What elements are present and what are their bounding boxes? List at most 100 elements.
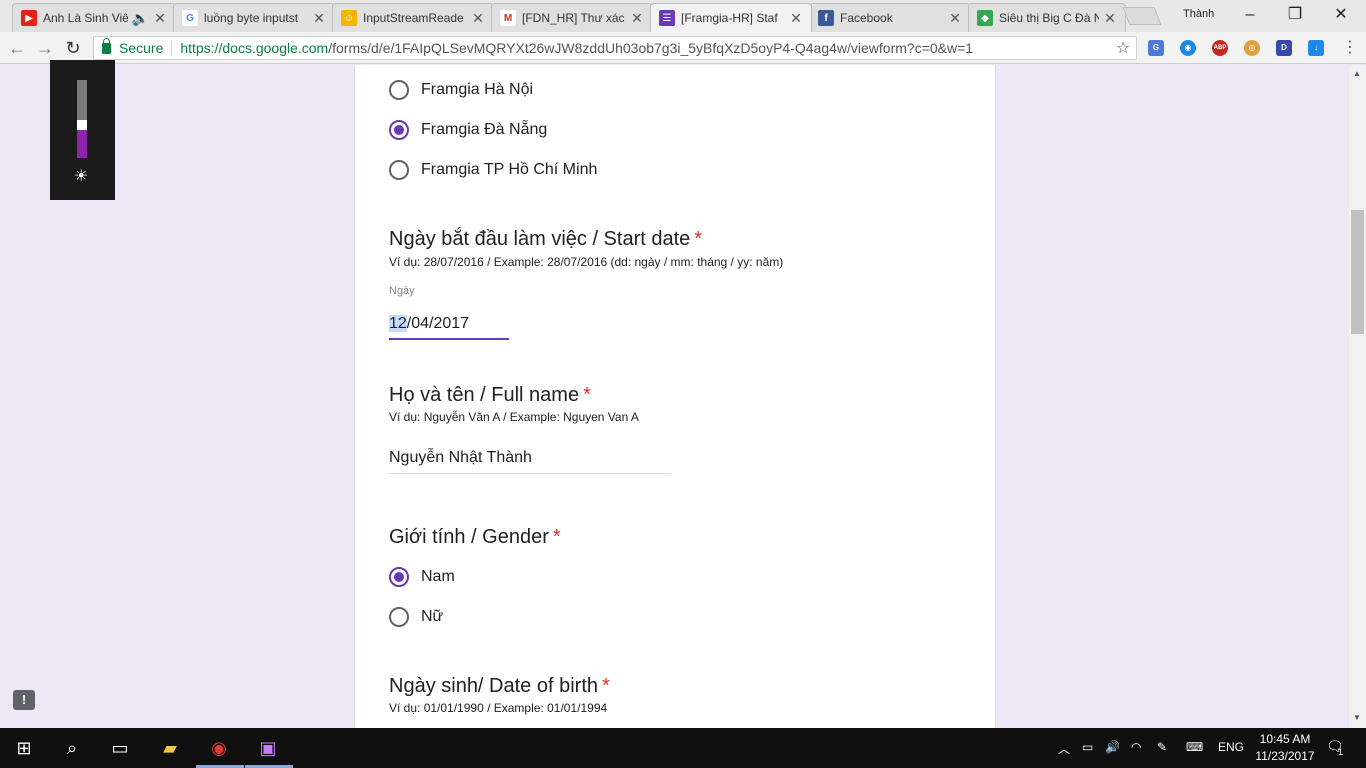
- tab-title: [FDN_HR] Thư xác: [522, 11, 625, 25]
- browser-tab[interactable]: f Facebook ✕: [809, 3, 971, 32]
- radio-gender-nam[interactable]: [389, 567, 409, 587]
- clock-time: 10:45 AM: [1259, 732, 1311, 746]
- required-asterisk: *: [552, 526, 561, 548]
- reload-icon[interactable]: ↻: [62, 37, 84, 59]
- adblock-plus-icon[interactable]: ABP: [1212, 40, 1228, 56]
- language-indicator[interactable]: ENG: [1218, 740, 1244, 754]
- radio-framgia-da-nang[interactable]: [389, 120, 409, 140]
- save-extension-icon[interactable]: ↓: [1308, 40, 1324, 56]
- profile-name[interactable]: Thành: [1183, 8, 1214, 20]
- close-tab-icon[interactable]: ✕: [1103, 10, 1117, 27]
- required-asterisk: *: [602, 675, 610, 697]
- task-view-icon[interactable]: ▭: [108, 736, 132, 760]
- lock-icon[interactable]: [102, 37, 111, 54]
- taskbar-clock[interactable]: 10:45 AM 11/23/2017: [1250, 731, 1320, 765]
- close-tab-icon[interactable]: ✕: [153, 10, 167, 27]
- bookmark-star-icon[interactable]: ☆: [1110, 38, 1136, 58]
- browser-tab[interactable]: ◆ Siêu thị Big C Đà N ✕: [968, 3, 1126, 32]
- brightness-overlay: ☀: [50, 60, 115, 200]
- question-title-date-of-birth: Ngày sinh/ Date of birth *: [389, 675, 610, 698]
- globe-extension-icon[interactable]: ◉: [1180, 40, 1196, 56]
- browser-tab[interactable]: G luồng byte inputst ✕: [173, 3, 335, 32]
- question-title-gender: Giới tính / Gender *: [389, 526, 561, 549]
- gmail-icon: M: [500, 10, 516, 26]
- close-tab-icon[interactable]: ✕: [312, 10, 326, 27]
- browser-tab-active[interactable]: ☰ [Framgia-HR] Staf ✕: [650, 3, 812, 32]
- speaker-icon[interactable]: 🔈: [132, 10, 149, 27]
- google-icon: G: [182, 10, 198, 26]
- youtube-icon: ▶: [21, 10, 37, 26]
- full-name-input[interactable]: Nguyễn Nhật Thành: [389, 449, 671, 474]
- divider: [171, 40, 173, 56]
- restore-icon[interactable]: ❐: [1275, 4, 1315, 26]
- required-asterisk: *: [694, 228, 703, 250]
- radio-label[interactable]: Nữ: [421, 608, 443, 626]
- radio-gender-nu[interactable]: [389, 607, 409, 627]
- question-description: Ví dụ: Nguyễn Văn A / Example: Nguyen Va…: [389, 410, 639, 424]
- date-rest-segment[interactable]: /04/2017: [407, 315, 469, 332]
- browser-tab[interactable]: ▶ Anh Là Sinh Viê 🔈 ✕: [12, 3, 176, 32]
- radio-label[interactable]: Framgia Đà Nẵng: [421, 121, 547, 139]
- minimize-icon[interactable]: –: [1230, 4, 1270, 26]
- browser-tab[interactable]: ☺ InputStreamReade ✕: [332, 3, 494, 32]
- form-card: Framgia Hà Nội Framgia Đà Nẵng Framgia T…: [354, 65, 996, 728]
- url-text[interactable]: https://docs.google.com/forms/d/e/1FAIpQ…: [180, 40, 1110, 56]
- pen-icon[interactable]: ✎: [1157, 740, 1167, 754]
- google-forms-icon: ☰: [659, 10, 675, 26]
- browser-tab-strip: ▶ Anh Là Sinh Viê 🔈 ✕ G luồng byte input…: [0, 0, 1366, 32]
- secure-label[interactable]: Secure: [119, 40, 163, 56]
- radio-label[interactable]: Framgia TP Hồ Chí Minh: [421, 161, 597, 179]
- date-day-segment[interactable]: 12: [389, 315, 407, 332]
- volume-icon[interactable]: 🔊: [1105, 740, 1120, 754]
- close-tab-icon[interactable]: ✕: [471, 10, 485, 27]
- radio-label[interactable]: Framgia Hà Nội: [421, 81, 533, 99]
- maps-icon: ◆: [977, 10, 993, 26]
- tab-title: Anh Là Sinh Viê: [43, 11, 128, 25]
- search-icon[interactable]: ⌕: [60, 736, 84, 760]
- battery-icon[interactable]: ▭: [1082, 740, 1093, 754]
- brightness-thumb[interactable]: [77, 120, 87, 130]
- close-tab-icon[interactable]: ✕: [789, 10, 803, 27]
- chrome-icon[interactable]: ◉: [207, 736, 231, 760]
- feedback-icon[interactable]: !: [13, 690, 35, 710]
- question-title-text: Giới tính / Gender: [389, 526, 549, 548]
- tab-title: Siêu thị Big C Đà N: [999, 11, 1099, 25]
- file-explorer-icon[interactable]: ▰: [158, 736, 182, 760]
- radio-label[interactable]: Nam: [421, 568, 455, 586]
- tab-title: InputStreamReade: [363, 11, 464, 25]
- back-icon[interactable]: ←: [6, 37, 28, 59]
- forward-icon[interactable]: →: [34, 37, 56, 59]
- menu-icon[interactable]: ⋮: [1339, 37, 1361, 59]
- coin-extension-icon[interactable]: ◎: [1244, 40, 1260, 56]
- d-extension-icon[interactable]: D: [1276, 40, 1292, 56]
- address-bar[interactable]: Secure https://docs.google.com/forms/d/e…: [93, 36, 1137, 60]
- page-scrollbar[interactable]: ▲ ▼: [1349, 65, 1366, 728]
- brightness-slider[interactable]: [77, 80, 87, 158]
- question-title-text: Ngày sinh/ Date of birth: [389, 675, 598, 697]
- browser-tab[interactable]: M [FDN_HR] Thư xác ✕: [491, 3, 653, 32]
- scroll-thumb[interactable]: [1351, 210, 1364, 334]
- start-date-input[interactable]: 12/04/2017: [389, 315, 509, 340]
- avatar-icon: ☺: [341, 10, 357, 26]
- url-host: https://docs.google.com: [180, 40, 329, 56]
- scroll-up-icon[interactable]: ▲: [1353, 69, 1361, 78]
- windows-start-icon[interactable]: ⊞: [12, 736, 36, 760]
- wifi-icon[interactable]: ◠: [1131, 740, 1141, 754]
- show-hidden-icons-icon[interactable]: ︿: [1058, 740, 1070, 757]
- app-icon[interactable]: ▣: [256, 736, 280, 760]
- tab-title: Facebook: [840, 11, 893, 25]
- close-tab-icon[interactable]: ✕: [948, 10, 962, 27]
- keyboard-icon[interactable]: ⌨: [1186, 740, 1203, 754]
- radio-framgia-tp-ho-chi-minh[interactable]: [389, 160, 409, 180]
- windows-taskbar: ⊞ ⌕ ▭ ▰ ◉ ▣ ︿ ▭ 🔊 ◠ ✎ ⌨ ENG 10:45 AM 11/…: [0, 728, 1366, 768]
- close-tab-icon[interactable]: ✕: [630, 10, 644, 27]
- scroll-down-icon[interactable]: ▼: [1353, 713, 1361, 722]
- new-tab-button[interactable]: [1122, 7, 1162, 25]
- question-title-full-name: Họ và tên / Full name *: [389, 384, 591, 407]
- url-path: /forms/d/e/1FAIpQLSevMQRYXt26wJW8zddUh03…: [328, 40, 974, 56]
- radio-framgia-ha-noi[interactable]: [389, 80, 409, 100]
- close-window-icon[interactable]: ✕: [1321, 4, 1361, 26]
- question-title-text: Họ và tên / Full name: [389, 384, 580, 406]
- notification-count: 1: [1338, 747, 1344, 757]
- translate-extension-icon[interactable]: G: [1148, 40, 1164, 56]
